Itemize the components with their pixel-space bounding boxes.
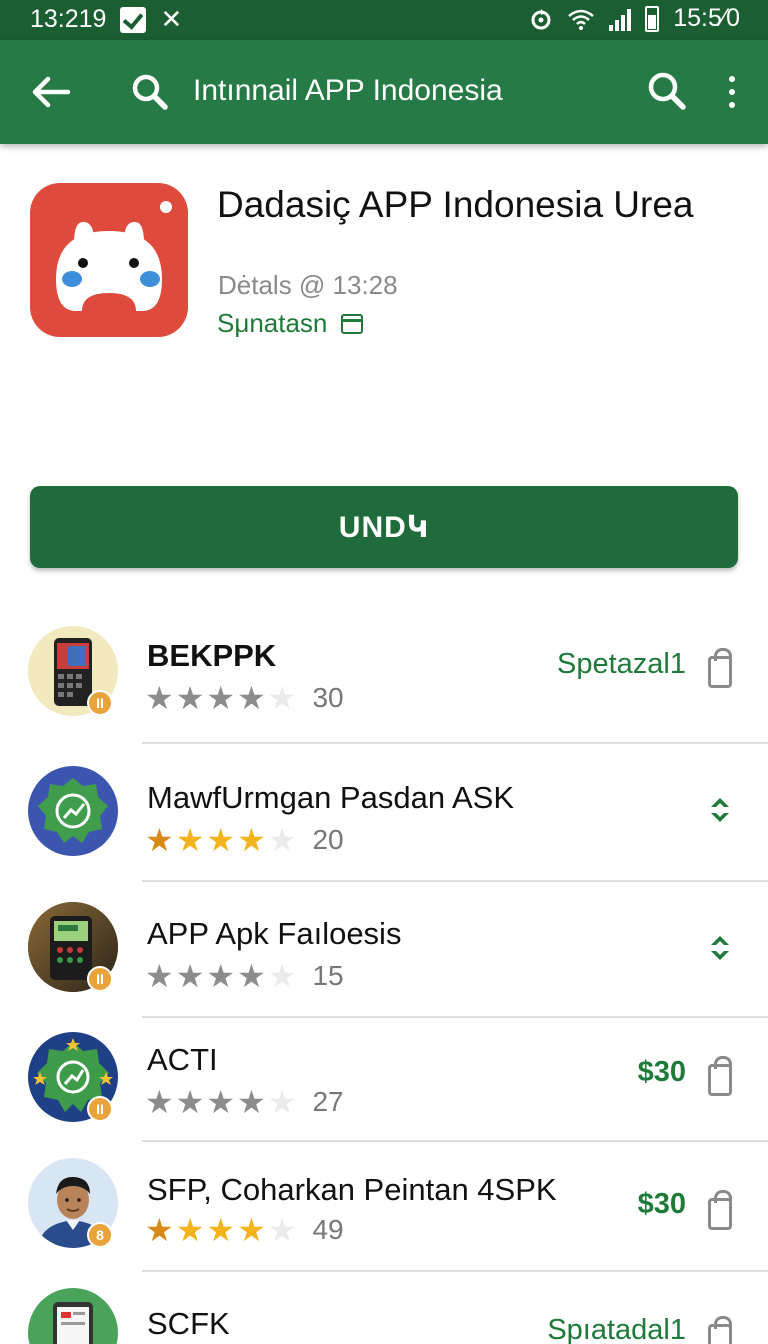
rating-count: 20 [312,824,344,855]
star-icon: ★ [206,1212,236,1248]
check-notification-icon [120,6,147,33]
back-arrow-icon[interactable] [28,70,72,114]
app-bar: Intınnail APP Indonesia [0,40,768,144]
app-list-item-name: ACTI [147,1042,218,1077]
search-query-text[interactable]: Intınnail APP Indonesia [193,74,503,108]
app-list-item[interactable]: ƖƖ ACTI ★ ★ ★ ★ ★ 27 $30 [0,1018,768,1142]
star-icon: ★ [175,1212,205,1248]
app-rating-stars: ★ ★ ★ ★ ★ 49 [145,1214,344,1246]
shopping-bag-icon[interactable] [708,1190,732,1230]
app-rating-stars: ★ ★ ★ ★ ★ 30 [145,682,344,714]
star-icon: ★ [145,1212,174,1248]
tools-notification-icon: ✕ [160,4,183,34]
expand-updown-icon[interactable] [708,796,732,824]
app-badge-icon: 8 [87,1222,113,1248]
star-icon: ★ [145,958,174,994]
star-icon: ★ [206,1084,236,1120]
signal-icon [609,7,632,31]
app-list-item-icon [28,1288,118,1344]
star-icon: ★ [175,958,205,994]
app-mascot-icon [56,201,172,311]
app-icon [30,183,188,337]
status-time-right: 15:5⁄0 [673,4,740,32]
app-meta: Dėtals @ 13:28 [218,270,398,300]
app-status: Sμnatasn [217,308,364,339]
status-time-left: 13:219 [30,5,107,33]
app-list-item-name: MawfUrmgan Pasdan ASK [147,780,515,815]
rating-count: 15 [312,960,344,991]
star-icon: ★ [175,822,205,858]
star-icon: ★ [237,958,266,994]
star-icon: ★ [237,822,266,858]
status-bar-left: 13:219 ✕ [30,4,182,35]
search-button-icon[interactable] [646,70,688,112]
app-list-item[interactable]: MawfUrmgan Pasdan ASK ★ ★ ★ ★ ★ 20 [0,744,768,882]
star-icon: ★ [175,680,205,716]
calendar-icon [341,313,364,334]
app-badge-icon: ƖƖ [87,1096,113,1122]
app-price[interactable]: Spetazal1 [557,648,686,681]
wifi-icon [568,9,595,30]
shopping-bag-icon[interactable] [708,1316,732,1344]
star-icon: ★ [267,1212,297,1248]
star-icon: ★ [267,822,297,858]
app-status-label: Sμnatasn [217,308,328,338]
star-icon: ★ [267,958,297,994]
app-price[interactable]: $30 [638,1056,686,1089]
expand-updown-icon[interactable] [708,934,732,962]
shopping-bag-icon[interactable] [708,1056,732,1096]
star-icon: ★ [237,680,266,716]
rating-count: 49 [312,1214,344,1245]
rating-count: 27 [312,1086,344,1117]
star-icon: ★ [206,680,236,716]
star-icon: ★ [145,680,174,716]
app-list-item[interactable]: ƖƖ BEKPPK ★ ★ ★ ★ ★ 30 Spetazal1 [0,610,768,744]
status-bar-right: 15:5⁄0 [529,4,740,33]
star-icon: ★ [206,958,236,994]
app-rating-stars: ★ ★ ★ ★ ★ 15 [145,960,344,992]
app-list-item-icon [28,766,118,856]
app-rating-stars: ★ ★ ★ ★ ★ 20 [145,824,344,856]
star-icon: ★ [237,1212,266,1248]
star-icon: ★ [267,1084,297,1120]
shopping-bag-icon[interactable] [708,648,732,688]
app-badge-icon: ƖƖ [87,966,113,992]
status-bar: 13:219 ✕ 15:5⁄0 [0,0,768,40]
rating-count: 30 [312,682,344,713]
search-icon [132,74,168,110]
app-list-item-name: BEKPPK [147,638,277,673]
app-list-item[interactable]: SCFK Spıatadal1 [0,1272,768,1344]
more-options-icon[interactable] [718,72,746,112]
star-icon: ★ [237,1084,266,1120]
star-icon: ★ [267,680,297,716]
app-badge-icon: ƖƖ [87,690,113,716]
star-icon: ★ [175,1084,205,1120]
app-list-item[interactable]: ƖƖ APP Apk Faıloesis ★ ★ ★ ★ ★ 15 [0,882,768,1018]
app-list-item-name: SCFK [147,1306,230,1341]
app-price[interactable]: $30 [638,1188,686,1221]
install-button[interactable]: UNDԿ [30,486,738,568]
app-price[interactable]: Spıatadal1 [547,1314,686,1344]
app-rating-stars: ★ ★ ★ ★ ★ 27 [145,1086,344,1118]
app-list-item[interactable]: 8 SFP, Coharkan Peintan 4SPK ★ ★ ★ ★ ★ 49 $30 [0,1142,768,1272]
star-icon: ★ [145,822,174,858]
star-icon: ★ [145,1084,174,1120]
battery-icon [645,5,660,32]
app-list-item-name: APP Apk Faıloesis [147,916,402,951]
app-list-item-name: SFP, Coharkan Peintan 4SPK [147,1172,557,1207]
star-icon: ★ [206,822,236,858]
app-title: Dadasiç APP Indonesia Urea [217,184,694,225]
sync-icon [531,8,551,29]
